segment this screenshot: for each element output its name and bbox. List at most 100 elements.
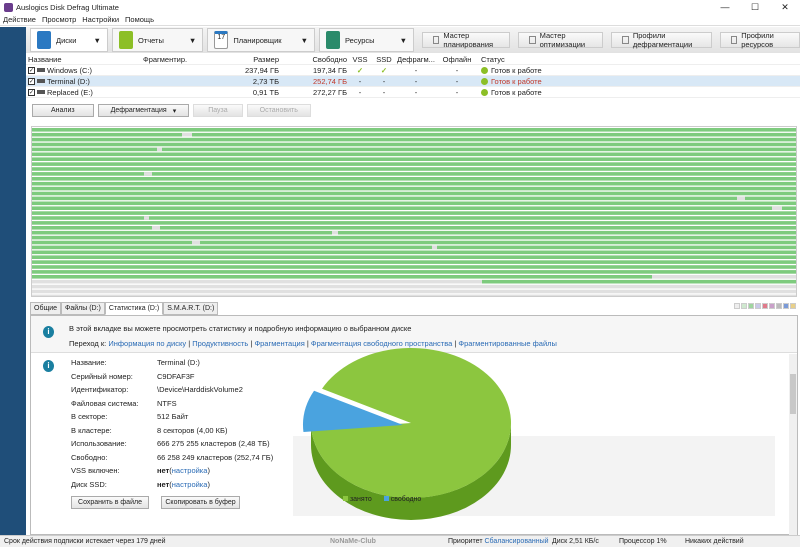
chevron-down-icon[interactable]: ▼ — [189, 36, 196, 45]
chevron-down-icon[interactable]: ▼ — [400, 36, 407, 45]
chevron-down-icon[interactable]: ▼ — [301, 36, 308, 45]
settings-link[interactable]: настройка — [172, 480, 208, 489]
map-legend[interactable] — [734, 303, 796, 309]
cluster-block — [32, 235, 796, 240]
disk-offline: - — [455, 87, 459, 97]
save-to-file-button[interactable]: Сохранить в файле — [71, 496, 149, 509]
cluster-block — [32, 279, 482, 284]
tab-scheduler[interactable]: 17 Планировщик ▼ — [207, 28, 315, 52]
col-name[interactable]: Название — [26, 55, 143, 64]
disk-size: 237,94 ГБ — [244, 65, 279, 75]
link-disk-info[interactable]: Информация по диску — [108, 339, 186, 348]
cluster-block — [32, 255, 796, 259]
tab-resources[interactable]: Ресурсы ▼ — [319, 28, 415, 52]
optimization-wizard-button[interactable]: Мастер оптимизации — [518, 31, 604, 49]
cluster-block — [32, 191, 796, 196]
disk-offline: - — [455, 65, 459, 75]
cluster-block — [144, 172, 152, 176]
disk-properties: Название: Terminal (D:) Серийный номер: C9D… — [71, 356, 273, 491]
cpu-usage: Процессор 1% — [619, 538, 667, 545]
pause-button[interactable]: Пауза — [193, 104, 243, 117]
ready-status-icon — [481, 77, 488, 85]
resource-profiles-button[interactable]: Профили ресурсов — [719, 31, 800, 49]
property-row: VSS включен: нет (настройка) — [71, 466, 210, 476]
ready-status-icon — [481, 66, 488, 74]
cluster-block — [32, 270, 796, 274]
defrag-button[interactable]: Дефрагментация ▾ — [97, 104, 190, 117]
minimize-button[interactable]: — — [710, 0, 740, 15]
ready-status-icon — [481, 88, 488, 96]
gear-icon — [730, 36, 738, 44]
cluster-block — [32, 196, 796, 201]
schedule-wizard-button[interactable]: Мастер планирования — [422, 31, 511, 49]
property-label: Свободно: — [71, 452, 108, 462]
menu-view[interactable]: Просмотр — [42, 15, 76, 25]
property-value: 512 Байт — [157, 412, 189, 422]
cluster-block — [32, 142, 796, 147]
tab-smart[interactable]: S.M.A.R.T. (D:) — [163, 302, 219, 315]
col-defrag[interactable]: Дефрагм... — [395, 55, 437, 64]
col-status[interactable]: Статус — [477, 55, 677, 64]
cluster-block — [182, 132, 192, 137]
disk-defrag: - — [414, 65, 418, 75]
status-bar: Срок действия подписки истекает через 17… — [0, 535, 800, 547]
cluster-block — [32, 265, 796, 269]
priority-link[interactable]: Сбалансированный — [484, 538, 548, 545]
disk-free: 252,74 ГБ — [312, 76, 347, 86]
scrollbar[interactable] — [789, 354, 797, 535]
cluster-block — [32, 289, 796, 294]
cluster-block — [482, 279, 796, 284]
col-free[interactable]: Свободно — [279, 55, 347, 64]
menu-bar: Действие Просмотр Настройки Помощь — [0, 15, 800, 26]
drive-icon — [37, 90, 45, 94]
toolbar: Диски ▼ Отчеты ▼ 17 Планировщик ▼ Ресурсы ▼ М… — [26, 27, 800, 53]
menu-settings[interactable]: Настройки — [82, 15, 119, 25]
copy-to-clipboard-button[interactable]: Скопировать в буфер — [161, 496, 240, 509]
disk-checkbox[interactable]: ✓ — [28, 88, 35, 96]
table-row[interactable]: ✓ Terminal (D:) 2,73 ТБ 252,74 ГБ - - - -… — [26, 76, 800, 87]
property-row: Диск SSD: нет (настройка) — [71, 479, 210, 489]
property-label: VSS включен: — [71, 466, 120, 476]
title-bar: Auslogics Disk Defrag Ultimate — ☐ ✕ — [0, 0, 800, 15]
cluster-block — [32, 201, 796, 206]
analyze-button[interactable]: Анализ — [32, 104, 94, 117]
maximize-button[interactable]: ☐ — [740, 0, 770, 15]
left-sidebar — [0, 27, 26, 535]
tab-files[interactable]: Файлы (D:) — [61, 302, 105, 315]
cluster-map[interactable] — [31, 126, 797, 297]
cluster-block — [32, 230, 796, 235]
disk-checkbox[interactable]: ✓ — [28, 77, 35, 85]
resources-icon — [326, 31, 340, 49]
menu-help[interactable]: Помощь — [125, 15, 154, 25]
col-ssd[interactable]: SSD — [373, 55, 395, 64]
disk-checkbox[interactable]: ✓ — [28, 66, 35, 74]
chevron-down-icon[interactable]: ▾ — [173, 107, 177, 115]
scrollbar-thumb[interactable] — [790, 374, 796, 414]
info-text: В этой вкладке вы можете просмотреть ста… — [69, 324, 412, 333]
tab-general[interactable]: Общие — [30, 302, 62, 315]
cluster-block — [192, 240, 200, 245]
stop-button[interactable]: Остановить — [246, 104, 311, 117]
col-vss[interactable]: VSS — [347, 55, 373, 64]
property-value: 666 275 255 кластеров (2,48 ТБ) — [157, 439, 270, 449]
tab-label: Отчеты — [137, 35, 164, 45]
close-button[interactable]: ✕ — [770, 0, 800, 15]
link-performance[interactable]: Продуктивность — [192, 339, 248, 348]
settings-link[interactable]: настройка — [172, 466, 208, 475]
tab-disks[interactable]: Диски ▼ — [30, 28, 108, 52]
col-frag[interactable]: Фрагментир. — [143, 55, 213, 64]
chevron-down-icon[interactable]: ▼ — [94, 36, 101, 45]
table-row[interactable]: ✓ Replaced (E:) 0,91 ТБ 272,27 ГБ - - - -… — [26, 87, 800, 98]
property-row: В секторе: 512 Байт — [71, 410, 273, 424]
tab-reports[interactable]: Отчеты ▼ — [111, 28, 204, 52]
table-row[interactable]: ✓ Windows (C:) 237,94 ГБ 197,34 ГБ ✓ ✓ - … — [26, 65, 800, 76]
defrag-profiles-button[interactable]: Профили дефрагментации — [611, 31, 712, 49]
col-offline[interactable]: Офлайн — [437, 55, 477, 64]
menu-action[interactable]: Действие — [3, 15, 36, 25]
cluster-block — [32, 181, 796, 186]
disk-status: Готов к работе — [491, 65, 542, 75]
cluster-block — [32, 206, 796, 210]
col-size[interactable]: Размер — [213, 55, 279, 64]
cluster-block — [32, 162, 796, 166]
tab-statistics[interactable]: Статистика (D:) — [104, 302, 164, 315]
